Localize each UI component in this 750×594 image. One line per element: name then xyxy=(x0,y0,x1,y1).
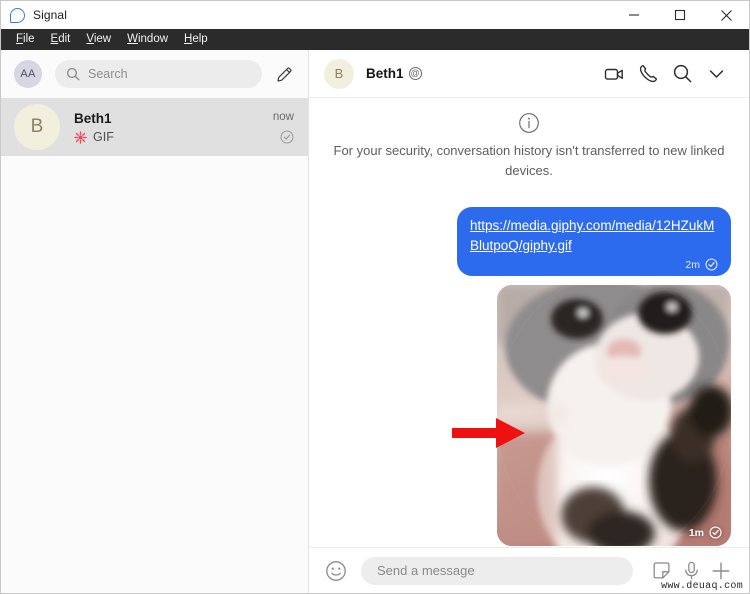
conversation-header: B Beth1 @ xyxy=(309,50,749,98)
site-watermark: www.deuaq.com xyxy=(661,581,743,592)
menu-accel-view: V xyxy=(86,33,93,45)
search-input[interactable] xyxy=(88,67,251,81)
window-title: Signal xyxy=(33,8,67,22)
info-icon xyxy=(333,112,725,134)
signal-logo-icon xyxy=(10,8,25,23)
conversation-preview-text: GIF xyxy=(93,130,114,144)
close-button[interactable] xyxy=(703,1,749,29)
conversation-preview: GIF xyxy=(74,130,273,144)
sidebar: AA B Beth1 xyxy=(1,50,309,593)
menu-rest-edit: dit xyxy=(58,33,70,45)
profile-avatar[interactable]: AA xyxy=(14,60,42,88)
menu-rest-window: indow xyxy=(138,33,168,45)
conversation-timestamp: now xyxy=(273,110,294,124)
video-call-icon[interactable] xyxy=(597,57,631,91)
maximize-button[interactable] xyxy=(657,1,703,29)
message-input[interactable] xyxy=(377,563,617,578)
message-row-link: https://media.giphy.com/media/12HZukMBlu… xyxy=(327,181,731,276)
menu-item-window[interactable]: Window xyxy=(119,29,176,50)
avatar[interactable]: B xyxy=(324,59,354,89)
search-icon xyxy=(66,67,80,81)
delivered-check-icon xyxy=(280,130,294,144)
delivered-check-icon xyxy=(705,258,718,271)
message-image-gif[interactable]: 1m xyxy=(497,285,731,546)
conversation-row-beth1[interactable]: B Beth1 xyxy=(1,98,308,156)
security-notice-text: For your security, conversation history … xyxy=(333,141,725,181)
message-bubble-link[interactable]: https://media.giphy.com/media/12HZukMBlu… xyxy=(457,207,731,276)
menu-item-file[interactable]: File xyxy=(8,29,43,50)
menu-rest-help: elp xyxy=(192,33,207,45)
menu-accel-window: W xyxy=(127,33,138,45)
search-icon[interactable] xyxy=(665,57,699,91)
image-message-meta: 1m xyxy=(689,526,722,539)
message-row-image: 1m xyxy=(327,276,731,546)
message-link[interactable]: https://media.giphy.com/media/12HZukMBlu… xyxy=(470,218,714,253)
page-title: Beth1 xyxy=(366,66,404,81)
menu-rest-view: iew xyxy=(94,33,111,45)
conversation-meta: now xyxy=(273,110,294,144)
chevron-down-icon[interactable] xyxy=(699,57,733,91)
sidebar-toolbar: AA xyxy=(1,50,308,98)
menu-rest-file: ile xyxy=(23,33,35,45)
security-notice: For your security, conversation history … xyxy=(327,112,731,181)
at-username-badge: @ xyxy=(409,67,422,80)
cat-gif-artwork xyxy=(497,285,731,546)
message-timestamp: 2m xyxy=(685,259,700,271)
message-composer: www.deuaq.com xyxy=(309,547,749,593)
message-meta: 2m xyxy=(470,258,718,271)
message-list: For your security, conversation history … xyxy=(309,98,749,547)
main-split: AA B Beth1 xyxy=(1,50,749,593)
title-bar: Signal xyxy=(1,1,749,29)
minimize-button[interactable] xyxy=(611,1,657,29)
message-input-box[interactable] xyxy=(361,557,633,585)
conversation-name: Beth1 xyxy=(74,110,273,127)
delivered-check-icon xyxy=(709,526,722,539)
emoji-smiley-icon[interactable] xyxy=(323,558,349,584)
gif-sticker-icon xyxy=(74,131,87,144)
conversation-list: B Beth1 xyxy=(1,98,308,593)
conversation-text: Beth1 xyxy=(74,110,273,144)
conversation-pane: B Beth1 @ xyxy=(309,50,749,593)
message-timestamp: 1m xyxy=(689,527,704,539)
menu-item-help[interactable]: Help xyxy=(176,29,216,50)
menu-item-edit[interactable]: Edit xyxy=(43,29,79,50)
pencil-compose-icon[interactable] xyxy=(272,62,296,86)
voice-call-icon[interactable] xyxy=(631,57,665,91)
menu-bar: File Edit View Window Help xyxy=(1,29,749,50)
menu-accel-file: F xyxy=(16,33,23,45)
avatar: B xyxy=(14,104,60,150)
menu-item-view[interactable]: View xyxy=(78,29,119,50)
search-box[interactable] xyxy=(55,60,262,88)
signal-desktop-window: Signal File Edit View Window Help AA xyxy=(0,0,750,594)
